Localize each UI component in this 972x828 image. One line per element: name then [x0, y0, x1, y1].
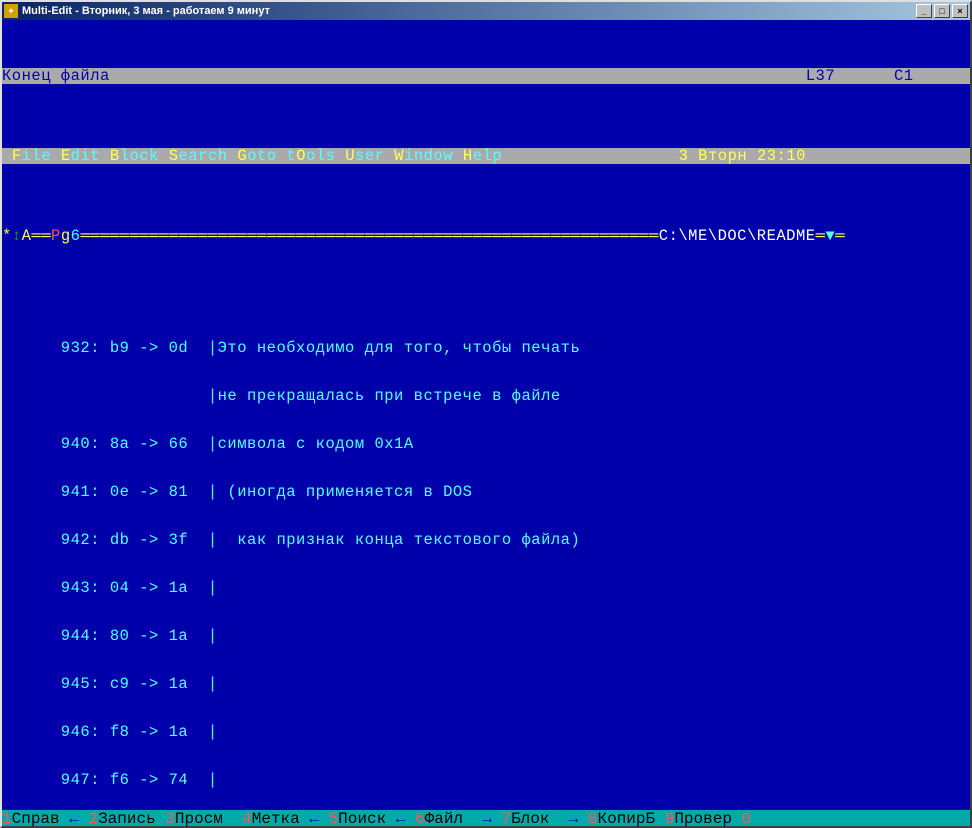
- status-line: Конец файла L37 C1: [2, 68, 970, 84]
- fkey-4[interactable]: 4: [242, 810, 252, 828]
- menu-user[interactable]: ser: [355, 147, 384, 165]
- menu-datetime: 3 Вторн 23:10: [679, 147, 806, 165]
- code-line: 941: 0e -> 81 | (иногда применяется в DO…: [2, 484, 970, 500]
- maximize-button[interactable]: □: [934, 4, 950, 18]
- fkey-8[interactable]: 8: [588, 810, 598, 828]
- window-title: Multi-Edit - Вторник, 3 мая - работаем 9…: [22, 5, 916, 17]
- app-window: ✦ Multi-Edit - Вторник, 3 мая - работаем…: [0, 0, 972, 828]
- fkey-0[interactable]: 0: [742, 810, 752, 828]
- fkey-5[interactable]: 5: [329, 810, 339, 828]
- minimize-button[interactable]: _: [916, 4, 932, 18]
- menu-search-hot[interactable]: S: [169, 147, 179, 165]
- menu-window[interactable]: indow: [404, 147, 453, 165]
- status-spacer: [110, 67, 806, 85]
- fkey-2[interactable]: 2: [88, 810, 98, 828]
- fkey-3[interactable]: 3: [165, 810, 175, 828]
- menu-tools[interactable]: ols: [306, 147, 335, 165]
- code-line: 932: b9 -> 0d |Это необходимо для того, …: [2, 340, 970, 356]
- menu-help-hot[interactable]: H: [463, 147, 473, 165]
- titlebar[interactable]: ✦ Multi-Edit - Вторник, 3 мая - работаем…: [2, 2, 970, 20]
- menu-goto[interactable]: oto: [247, 147, 276, 165]
- close-button[interactable]: ×: [952, 4, 968, 18]
- code-line: 947: f6 -> 74 |: [2, 772, 970, 788]
- code-line: 943: 04 -> 1a |: [2, 580, 970, 596]
- code-line: 944: 80 -> 1a |: [2, 628, 970, 644]
- menu-file[interactable]: ile: [22, 147, 51, 165]
- frame-left: *: [2, 227, 12, 245]
- file-path: C:\ME\DOC\README: [659, 227, 816, 245]
- menu-user-hot[interactable]: U: [345, 147, 355, 165]
- menu-block[interactable]: lock: [120, 147, 159, 165]
- menu-help[interactable]: elp: [473, 147, 502, 165]
- terminal-area: Конец файла L37 C1 File Edit Block Searc…: [2, 20, 970, 810]
- function-key-bar[interactable]: 1Справ ← 2Запись 3Просм 4Метка ← 5Поиск …: [2, 810, 970, 826]
- code-line: 942: db -> 3f | как признак конца тексто…: [2, 532, 970, 548]
- fkey-1[interactable]: 1: [2, 810, 12, 828]
- menu-window-hot[interactable]: W: [394, 147, 404, 165]
- menu-tools-pre[interactable]: t: [286, 147, 296, 165]
- menu-search[interactable]: earch: [179, 147, 228, 165]
- frame-bar: *↕A══Pg6════════════════════════════════…: [2, 228, 970, 244]
- menu-edit-hot[interactable]: E: [61, 147, 71, 165]
- line-indicator: L37: [806, 67, 835, 85]
- code-line: |не прекращалась при встрече в файле: [2, 388, 970, 404]
- fkey-6[interactable]: 6: [415, 810, 425, 828]
- fkey-9[interactable]: 9: [665, 810, 675, 828]
- menu-block-hot[interactable]: B: [110, 147, 120, 165]
- col-indicator: C1: [894, 67, 914, 85]
- menu-bar[interactable]: File Edit Block Search Goto tOols User W…: [2, 148, 970, 164]
- menu-edit[interactable]: dit: [71, 147, 100, 165]
- app-icon: ✦: [4, 4, 18, 18]
- menu-file-hot[interactable]: F: [12, 147, 22, 165]
- menu-tools-hot[interactable]: O: [296, 147, 306, 165]
- code-line: 940: 8a -> 66 |символа с кодом 0x1A: [2, 436, 970, 452]
- fkey-7[interactable]: 7: [501, 810, 511, 828]
- menu-goto-hot[interactable]: G: [237, 147, 247, 165]
- status-text: Конец файла: [2, 67, 110, 85]
- editor-content[interactable]: 932: b9 -> 0d |Это необходимо для того, …: [2, 308, 970, 810]
- code-line: 946: f8 -> 1a |: [2, 724, 970, 740]
- code-line: 945: c9 -> 1a |: [2, 676, 970, 692]
